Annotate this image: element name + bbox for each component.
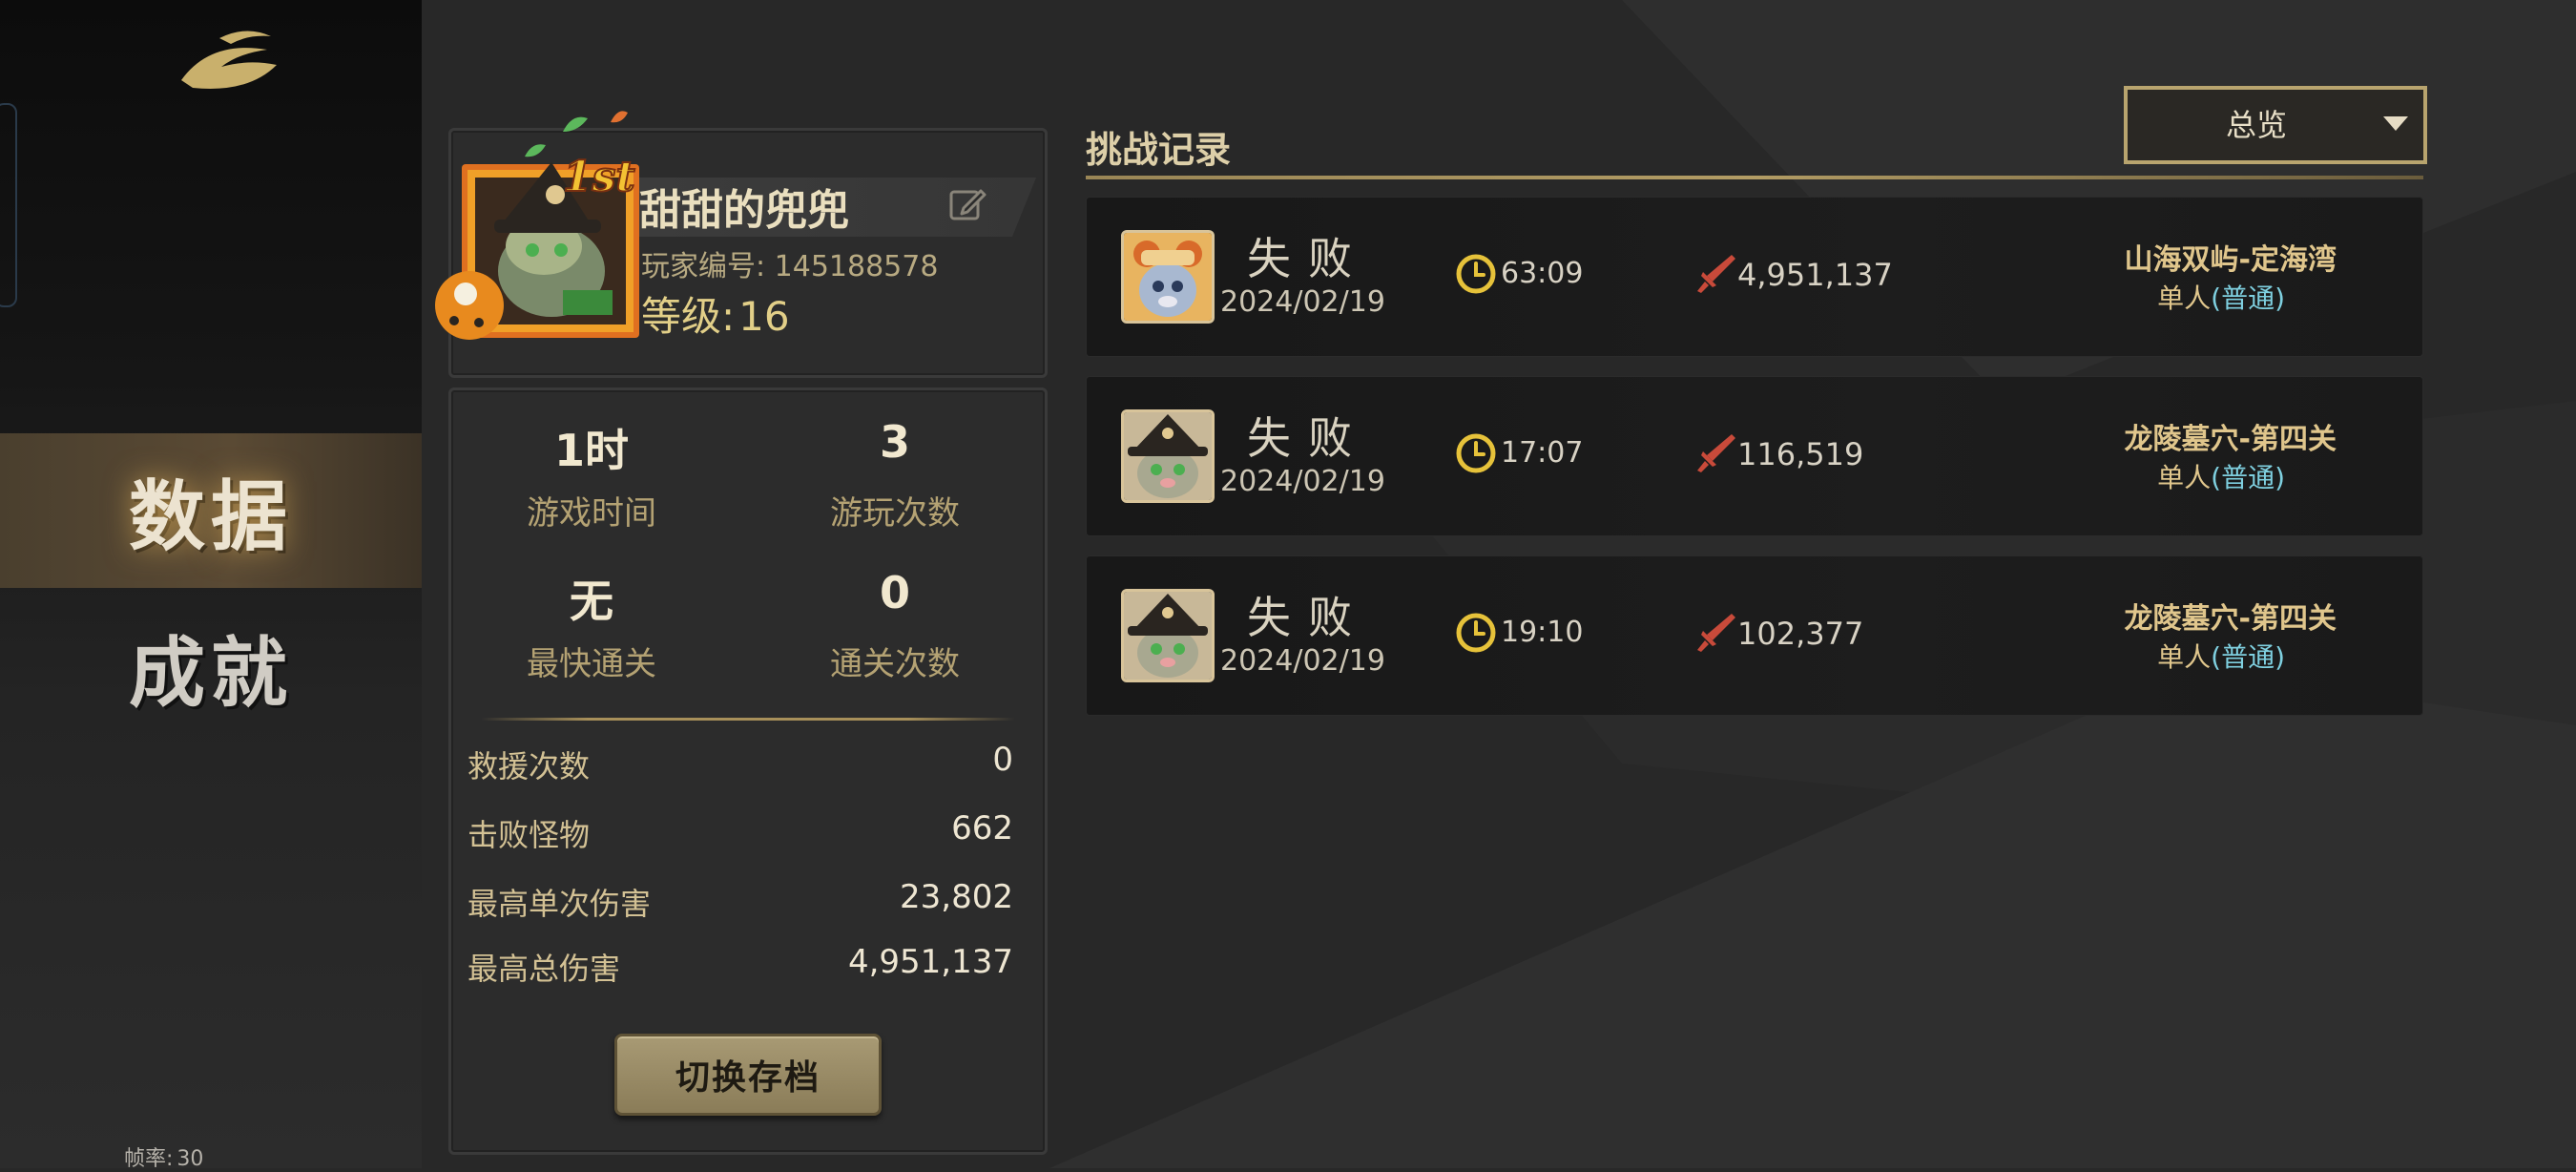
switch-save-button-label: 切换存档	[675, 1058, 821, 1098]
record-row[interactable]: 失败 2024/02/19 63:09 4,951,137 山海双屿-定海湾 单…	[1086, 197, 2423, 357]
record-date: 2024/02/19	[1220, 644, 1385, 678]
max-single-damage-value: 23,802	[900, 878, 1013, 916]
nav-item-achievements-label: 成就	[129, 628, 293, 718]
clear-count-label: 通关次数	[830, 645, 960, 683]
monsters-defeated-label: 击败怪物	[467, 817, 591, 853]
fps-readout: 帧率: 30	[124, 1141, 207, 1172]
fps-label: 帧率:	[124, 1147, 174, 1171]
player-id: 玩家编号: 145188578	[641, 242, 938, 284]
play-time-label: 游戏时间	[527, 494, 656, 533]
clear-count-value: 0	[879, 567, 910, 618]
records-divider	[1086, 176, 2423, 179]
record-row[interactable]: 失败 2024/02/19 17:07 116,519 龙陵墓穴-第四关 单人(…	[1086, 376, 2423, 536]
record-mode: 单人(普通)	[2157, 457, 2285, 495]
record-difficulty: (普通)	[2211, 641, 2285, 673]
record-result: 失败	[1247, 592, 1369, 643]
player-id-label: 玩家编号:	[641, 250, 766, 283]
stats-divider	[481, 718, 1015, 721]
records-title: 挑战记录	[1086, 129, 1232, 171]
nav-item-data-label: 数据	[129, 471, 293, 561]
play-time-value: 1时	[553, 425, 629, 476]
records-filter-selected: 总览	[2225, 107, 2287, 143]
player-level-label: 等级:	[641, 293, 736, 340]
player-level-value: 16	[738, 293, 790, 340]
record-mode-label: 单人	[2157, 641, 2212, 673]
chevron-down-icon	[2383, 116, 2408, 131]
nav-item-data[interactable]: 数据	[0, 433, 422, 588]
max-single-damage-label: 最高单次伤害	[467, 886, 652, 922]
record-duration: 17:07	[1501, 436, 1584, 470]
fastest-clear-label: 最快通关	[527, 645, 656, 683]
witch-cat-avatar-icon	[1121, 409, 1215, 503]
side-edge-tab[interactable]	[0, 103, 17, 307]
monsters-defeated-value: 662	[951, 809, 1013, 848]
record-damage: 102,377	[1737, 616, 1864, 652]
fastest-clear-value: 无	[570, 576, 613, 627]
record-duration: 63:09	[1501, 257, 1584, 290]
record-stage: 龙陵墓穴-第四关	[2124, 423, 2337, 456]
record-mode-label: 单人	[2157, 462, 2212, 493]
record-difficulty: (普通)	[2211, 462, 2285, 493]
game-logo-icon	[181, 31, 277, 89]
record-damage: 4,951,137	[1737, 257, 1893, 293]
sword-damage-icon	[1697, 614, 1735, 652]
nav-item-achievements[interactable]: 成就	[0, 590, 422, 744]
rank-badge: 1st	[563, 153, 635, 201]
play-count-value: 3	[879, 416, 910, 468]
record-mode: 单人(普通)	[2157, 278, 2285, 316]
cat-mouse-avatar-icon	[1121, 230, 1215, 324]
records-filter-dropdown[interactable]: 总览	[2124, 86, 2427, 164]
record-date: 2024/02/19	[1220, 285, 1385, 319]
rescue-count-label: 救援次数	[467, 748, 591, 785]
switch-save-button[interactable]: 切换存档	[614, 1034, 882, 1116]
record-mode: 单人(普通)	[2157, 637, 2285, 675]
max-total-damage-label: 最高总伤害	[467, 951, 621, 987]
record-mode-label: 单人	[2157, 283, 2212, 314]
sword-damage-icon	[1697, 434, 1735, 472]
fps-value: 30	[177, 1147, 204, 1171]
max-total-damage-value: 4,951,137	[847, 943, 1013, 981]
record-result: 失败	[1247, 233, 1369, 284]
rescue-count-value: 0	[992, 741, 1013, 779]
record-damage: 116,519	[1737, 436, 1864, 472]
record-row[interactable]: 失败 2024/02/19 19:10 102,377 龙陵墓穴-第四关 单人(…	[1086, 555, 2423, 716]
record-result: 失败	[1247, 412, 1369, 464]
record-date: 2024/02/19	[1220, 465, 1385, 498]
edit-name-icon[interactable]	[946, 183, 988, 225]
sword-damage-icon	[1697, 255, 1735, 293]
clock-icon	[1456, 613, 1496, 653]
clock-icon	[1456, 254, 1496, 294]
player-id-value: 145188578	[774, 250, 939, 283]
play-count-label: 游玩次数	[830, 494, 960, 533]
player-level: 等级:16	[641, 284, 794, 343]
record-difficulty: (普通)	[2211, 283, 2285, 314]
record-duration: 19:10	[1501, 616, 1584, 649]
witch-cat-avatar-icon	[1121, 589, 1215, 682]
sidebar: 数据 成就 帧率: 30	[0, 0, 422, 1171]
record-stage: 龙陵墓穴-第四关	[2124, 602, 2337, 636]
clock-icon	[1456, 433, 1496, 473]
record-stage: 山海双屿-定海湾	[2124, 243, 2337, 277]
player-name: 甜甜的兜兜	[639, 186, 849, 235]
player-avatar[interactable]: 1st	[420, 103, 649, 351]
